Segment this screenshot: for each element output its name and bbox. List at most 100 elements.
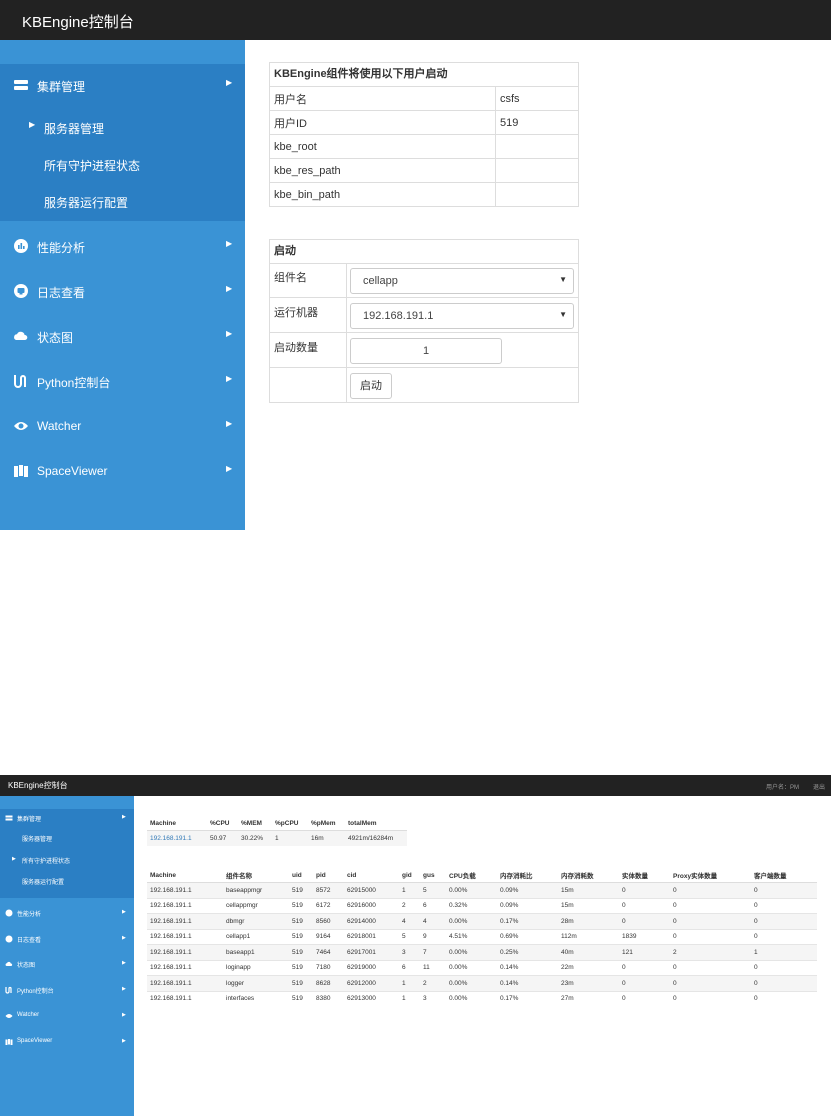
sidebar-item-label: 日志查看 <box>17 938 42 944</box>
component-label: 组件名 <box>274 272 307 284</box>
table-cell: 1 <box>272 830 308 846</box>
table-cell: 0 <box>670 928 751 945</box>
row-value: 519 <box>495 110 578 135</box>
chevron-right-icon: ▶ <box>226 284 233 293</box>
chevron-right-icon: ▶ <box>29 120 36 129</box>
log-icon <box>5 935 13 943</box>
sidebar-subitem-daemon-status[interactable]: 所有守护进程状态 <box>0 146 245 182</box>
machine-label: 运行机器 <box>274 307 318 319</box>
start-button[interactable]: 启动 <box>350 373 392 399</box>
table-row: 192.168.191.1 dbmgr 519 8560 62914000 4 4 0.00%… <box>147 913 817 929</box>
sidebar-group-cluster-open: 集群管理 ▶ 服务器管理 ▶ 所有守护进程状态 服务器运行配置 <box>0 809 134 898</box>
sidebar: 集群管理 ▶ ▶ 服务器管理 所有守护进程状态 服务器运行配置 性能分析 ▶ 日… <box>0 40 245 530</box>
row-key: kbe_bin_path <box>270 182 496 206</box>
terminal-icon <box>13 373 29 389</box>
table-cell: dbmgr <box>223 913 289 929</box>
chevron-right-icon: ▶ <box>226 374 233 383</box>
machine-link[interactable]: 192.168.191.1 <box>147 830 207 846</box>
brand-title[interactable]: KBEngine控制台 <box>22 11 134 32</box>
table-cell: 16m <box>308 830 345 846</box>
table-cell: 519 <box>289 897 313 914</box>
column-header: Machine <box>147 816 207 831</box>
sidebar-item-label: SpaceViewer <box>17 1038 53 1044</box>
table-cell: 0.00% <box>446 990 497 1006</box>
sidebar-item-label: 状态图 <box>17 963 36 969</box>
table-cell: 0.69% <box>497 928 558 945</box>
table-cell: 62918001 <box>344 928 399 945</box>
sidebar-item-status-graph[interactable]: 状态图 ▶ <box>0 315 245 359</box>
machine-select[interactable]: 192.168.191.1 ▼ <box>350 303 574 329</box>
table-cell: 0 <box>751 975 817 991</box>
row-key: 用户ID <box>270 110 496 135</box>
sidebar-item-logs[interactable]: 日志查看 ▶ <box>0 270 245 314</box>
sidebar-item-label: 集群管理 <box>17 817 42 823</box>
sidebar-subitem-run-config[interactable]: 服务器运行配置 <box>0 873 134 889</box>
chevron-right-icon: ▶ <box>226 78 233 87</box>
table-cell: 50.97 <box>207 830 238 846</box>
table-cell: 22m <box>558 959 619 976</box>
process-table-body: 192.168.191.1 baseappmgr 519 8572 62915000 1 5… <box>147 882 817 1006</box>
sidebar-item-logs[interactable]: 日志查看 ▶ <box>0 930 134 948</box>
divider <box>270 367 578 368</box>
console-screenshot-status: KBEngine控制台 用户名：PM 退出 集群管理 ▶ 服务器管理 ▶ 所有守… <box>0 775 831 1116</box>
sidebar-item-status-graph[interactable]: 状态图 ▶ <box>0 955 134 973</box>
table-cell: 0.00% <box>446 944 497 960</box>
column-header: cid <box>344 868 399 883</box>
column-header: %pCPU <box>272 816 308 831</box>
table-cell: 192.168.191.1 <box>147 913 223 929</box>
brand-title[interactable]: KBEngine控制台 <box>8 780 68 791</box>
sidebar-item-performance[interactable]: 性能分析 ▶ <box>0 225 245 269</box>
row-key: kbe_res_path <box>270 158 496 183</box>
sidebar-subitem-server-manage[interactable]: ▶ 服务器管理 <box>0 109 245 145</box>
count-input[interactable]: 1 <box>350 338 502 364</box>
log-icon <box>13 283 29 299</box>
sidebar-item-spaceviewer[interactable]: SpaceViewer ▶ <box>0 450 245 494</box>
column-header: 组件名称 <box>223 868 289 883</box>
map-icon <box>13 463 29 479</box>
start-component-panel: 启动 组件名 cellapp ▼ 运行机器 192.168.191.1 ▼ 启动… <box>269 239 579 403</box>
table-cell: 9164 <box>313 928 344 945</box>
sidebar-item-python-console[interactable]: Python控制台 ▶ <box>0 981 134 999</box>
column-header: %pMem <box>308 816 345 831</box>
sidebar-subitem-daemon-status[interactable]: ▶ 所有守护进程状态 <box>0 852 134 868</box>
table-cell: 15m <box>558 897 619 914</box>
sidebar-item-cluster[interactable]: 集群管理 ▶ <box>0 809 134 827</box>
table-row: 192.168.191.1 loginapp 519 7180 62919000 6 11 0… <box>147 959 817 976</box>
sidebar-item-spaceviewer[interactable]: SpaceViewer ▶ <box>0 1033 134 1051</box>
table-cell: 7 <box>420 944 446 960</box>
table-cell: 8628 <box>313 975 344 991</box>
chevron-right-icon: ▶ <box>12 856 16 862</box>
chevron-right-icon: ▶ <box>122 814 126 820</box>
caret-down-icon: ▼ <box>559 310 567 319</box>
table-row: 用户ID 519 <box>270 110 578 135</box>
sidebar-subitem-label: 所有守护进程状态 <box>44 159 141 173</box>
table-cell: 0 <box>619 913 670 929</box>
sidebar-subitem-run-config[interactable]: 服务器运行配置 <box>0 183 245 219</box>
top-navbar: KBEngine控制台 <box>0 0 831 40</box>
table-cell: baseappmgr <box>223 882 289 898</box>
user-info-table: 用户名 csfs 用户ID 519 kbe_root kbe_res_path … <box>270 86 578 206</box>
sidebar-subitem-server-manage[interactable]: 服务器管理 <box>0 830 134 846</box>
sidebar-item-python-console[interactable]: Python控制台 ▶ <box>0 360 245 404</box>
table-cell: 519 <box>289 882 313 898</box>
table-cell: 9 <box>420 928 446 945</box>
terminal-icon <box>5 986 13 994</box>
table-cell: baseapp1 <box>223 944 289 960</box>
table-cell: 0 <box>670 882 751 898</box>
sidebar-item-watcher[interactable]: Watcher ▶ <box>0 1007 134 1025</box>
sidebar-item-performance[interactable]: 性能分析 ▶ <box>0 904 134 922</box>
table-cell: 0.09% <box>497 882 558 898</box>
component-select[interactable]: cellapp ▼ <box>350 268 574 294</box>
logout-link[interactable]: 退出 <box>813 782 825 791</box>
table-cell: 0 <box>751 990 817 1006</box>
table-cell: 0 <box>751 882 817 898</box>
table-cell: 62917001 <box>344 944 399 960</box>
table-row: 192.168.191.1 baseapp1 519 7464 62917001 3 7 0.… <box>147 944 817 960</box>
sidebar-item-label: 性能分析 <box>37 241 86 255</box>
table-cell: 192.168.191.1 <box>147 897 223 914</box>
sidebar-subitem-label: 服务器管理 <box>22 837 53 843</box>
main-content: Machine %CPU %MEM %pCPU %pMem totalMem 1… <box>134 796 831 1116</box>
sidebar-item-cluster[interactable]: 集群管理 ▶ <box>0 64 245 108</box>
table-cell: 4 <box>399 913 420 929</box>
sidebar-item-watcher[interactable]: Watcher ▶ <box>0 405 245 449</box>
